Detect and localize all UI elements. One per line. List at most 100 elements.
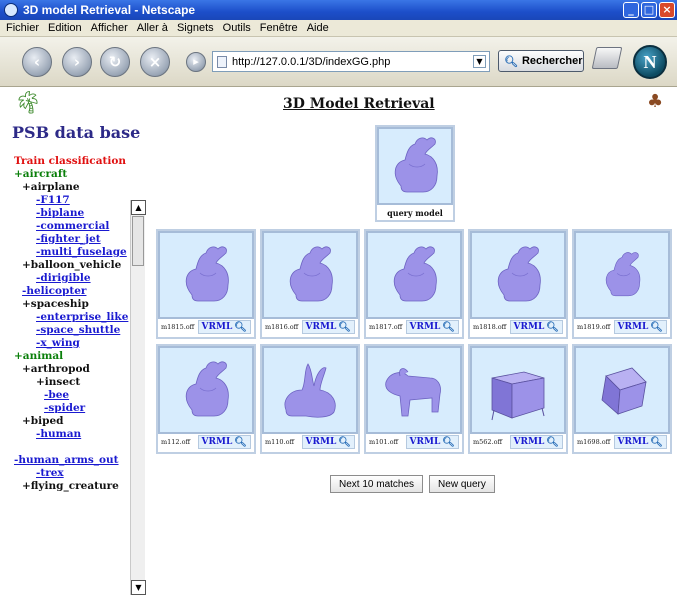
- window-controls: _ □ ×: [623, 2, 675, 18]
- result-footer: m1818.off VRML 🔍︎: [470, 319, 566, 335]
- tree-link[interactable]: -biplane: [14, 207, 128, 220]
- tree-node: +flying_creature: [22, 480, 119, 492]
- result-footer: m1819.off VRML 🔍︎: [574, 319, 670, 335]
- vrml-label: VRML: [305, 322, 337, 332]
- vrml-link[interactable]: VRML 🔍︎: [509, 435, 563, 449]
- sidebar-frame: 🌴︎ PSB data base Train classification +ai…: [0, 87, 148, 595]
- result-filename: m1818.off: [473, 323, 507, 331]
- query-model-thumbnail[interactable]: [377, 127, 453, 205]
- maximize-button[interactable]: □: [641, 2, 657, 18]
- result-cell: m562.off VRML 🔍︎: [468, 344, 568, 454]
- print-icon[interactable]: [591, 47, 623, 69]
- menu-edition[interactable]: Edition: [48, 22, 82, 34]
- vrml-link[interactable]: VRML 🔍︎: [613, 435, 667, 449]
- navigation-toolbar: ‹ › ↻ × ▸ http://127.0.0.1/3D/indexGG.ph…: [0, 37, 677, 87]
- result-thumbnail[interactable]: [366, 346, 462, 434]
- tree-link[interactable]: -fighter_jet: [14, 233, 128, 246]
- result-filename: m110.off: [265, 438, 295, 446]
- menu-fichier[interactable]: Fichier: [6, 22, 39, 34]
- new-query-button[interactable]: New query: [429, 475, 495, 493]
- tree-link[interactable]: -x_wing: [14, 337, 128, 350]
- tree-link[interactable]: -multi_fuselage: [14, 246, 128, 259]
- menu-signets[interactable]: Signets: [177, 22, 214, 34]
- vrml-link[interactable]: VRML 🔍︎: [405, 435, 459, 449]
- tree-link[interactable]: -dirigible: [14, 272, 128, 285]
- tree-link[interactable]: -trex: [14, 467, 128, 480]
- tree-node: +arthropod: [22, 363, 90, 375]
- home-icon[interactable]: ▸: [186, 52, 206, 72]
- result-thumbnail[interactable]: [470, 231, 566, 319]
- page-title: 3D Model Retrieval: [283, 96, 435, 112]
- back-icon[interactable]: ‹: [22, 47, 52, 77]
- vrml-label: VRML: [513, 437, 545, 447]
- result-cell: m1815.off VRML 🔍︎: [156, 229, 256, 339]
- result-thumbnail[interactable]: [574, 346, 670, 434]
- scroll-down-icon[interactable]: ▼: [131, 580, 146, 595]
- vrml-link[interactable]: VRML 🔍︎: [301, 320, 355, 334]
- tree-link[interactable]: -helicopter: [14, 285, 128, 298]
- tree-link[interactable]: -bee: [14, 389, 128, 402]
- vrml-link[interactable]: VRML 🔍︎: [509, 320, 563, 334]
- tree-link[interactable]: -F117: [14, 194, 128, 207]
- window-title: 3D model Retrieval - Netscape: [23, 3, 196, 17]
- menu-afficher[interactable]: Afficher: [91, 22, 128, 34]
- minimize-button[interactable]: _: [623, 2, 639, 18]
- magnifier-icon: 🔍︎: [650, 436, 663, 448]
- tree-link[interactable]: -space_shuttle: [14, 324, 128, 337]
- result-thumbnail[interactable]: [262, 346, 358, 434]
- menu-bar: Fichier Edition Afficher Aller à Signets…: [0, 20, 677, 37]
- result-cell: m112.off VRML 🔍︎: [156, 344, 256, 454]
- netscape-logo[interactable]: N: [633, 45, 667, 79]
- tree-logo-icon: ♣: [647, 91, 664, 112]
- dog-model-icon: [385, 368, 441, 417]
- result-footer: m1815.off VRML 🔍︎: [158, 319, 254, 335]
- scroll-up-icon[interactable]: ▲: [131, 200, 146, 215]
- result-footer: m1817.off VRML 🔍︎: [366, 319, 462, 335]
- search-button[interactable]: 🔍︎ Rechercher: [498, 50, 584, 72]
- tree-link[interactable]: -spider: [14, 402, 128, 415]
- result-thumbnail[interactable]: [470, 346, 566, 434]
- reload-icon[interactable]: ↻: [100, 47, 130, 77]
- scroll-thumb[interactable]: [132, 216, 144, 266]
- window-titlebar: 3D model Retrieval - Netscape _ □ ×: [0, 0, 677, 20]
- result-filename: m101.off: [369, 438, 399, 446]
- vrml-link[interactable]: VRML 🔍︎: [197, 320, 251, 334]
- query-caption: query model: [387, 208, 443, 218]
- result-filename: m1819.off: [577, 323, 611, 331]
- result-thumbnail[interactable]: [158, 231, 254, 319]
- tree-link[interactable]: -human: [14, 428, 128, 441]
- palm-tree-icon: 🌴︎: [14, 91, 42, 116]
- result-thumbnail[interactable]: [262, 231, 358, 319]
- url-field[interactable]: http://127.0.0.1/3D/indexGG.php ▼: [212, 51, 490, 72]
- vrml-link[interactable]: VRML 🔍︎: [613, 320, 667, 334]
- result-thumbnail[interactable]: [574, 231, 670, 319]
- menu-aller[interactable]: Aller à: [137, 22, 168, 34]
- tree-node: Train classification: [14, 155, 126, 167]
- result-thumbnail[interactable]: [158, 346, 254, 434]
- menu-fenetre[interactable]: Fenêtre: [260, 22, 298, 34]
- result-cell: m1698.off VRML 🔍︎: [572, 344, 672, 454]
- result-cell: m101.off VRML 🔍︎: [364, 344, 464, 454]
- vrml-label: VRML: [513, 322, 545, 332]
- classification-tree: Train classification +aircraft +airplane -F…: [14, 155, 128, 493]
- tree-link[interactable]: -human_arms_out: [14, 454, 128, 467]
- vrml-link[interactable]: VRML 🔍︎: [405, 320, 459, 334]
- magnifier-icon: 🔍︎: [338, 321, 351, 333]
- menu-outils[interactable]: Outils: [223, 22, 251, 34]
- sidebar-scrollbar[interactable]: ▲ ▼: [130, 200, 146, 595]
- magnifier-icon: 🔍︎: [546, 321, 559, 333]
- forward-icon[interactable]: ›: [62, 47, 92, 77]
- bunny-small-model-icon: [605, 252, 641, 297]
- menu-aide[interactable]: Aide: [307, 22, 329, 34]
- result-thumbnail[interactable]: [366, 231, 462, 319]
- close-button[interactable]: ×: [659, 2, 675, 18]
- vrml-link[interactable]: VRML 🔍︎: [301, 435, 355, 449]
- url-dropdown-icon[interactable]: ▼: [473, 55, 486, 68]
- result-cell: m1817.off VRML 🔍︎: [364, 229, 464, 339]
- tree-link[interactable]: -enterprise_like: [14, 311, 128, 324]
- tree-link[interactable]: -commercial: [14, 220, 128, 233]
- stop-icon[interactable]: ×: [140, 47, 170, 77]
- vrml-link[interactable]: VRML 🔍︎: [197, 435, 251, 449]
- vrml-label: VRML: [201, 437, 233, 447]
- next-matches-button[interactable]: Next 10 matches: [330, 475, 424, 493]
